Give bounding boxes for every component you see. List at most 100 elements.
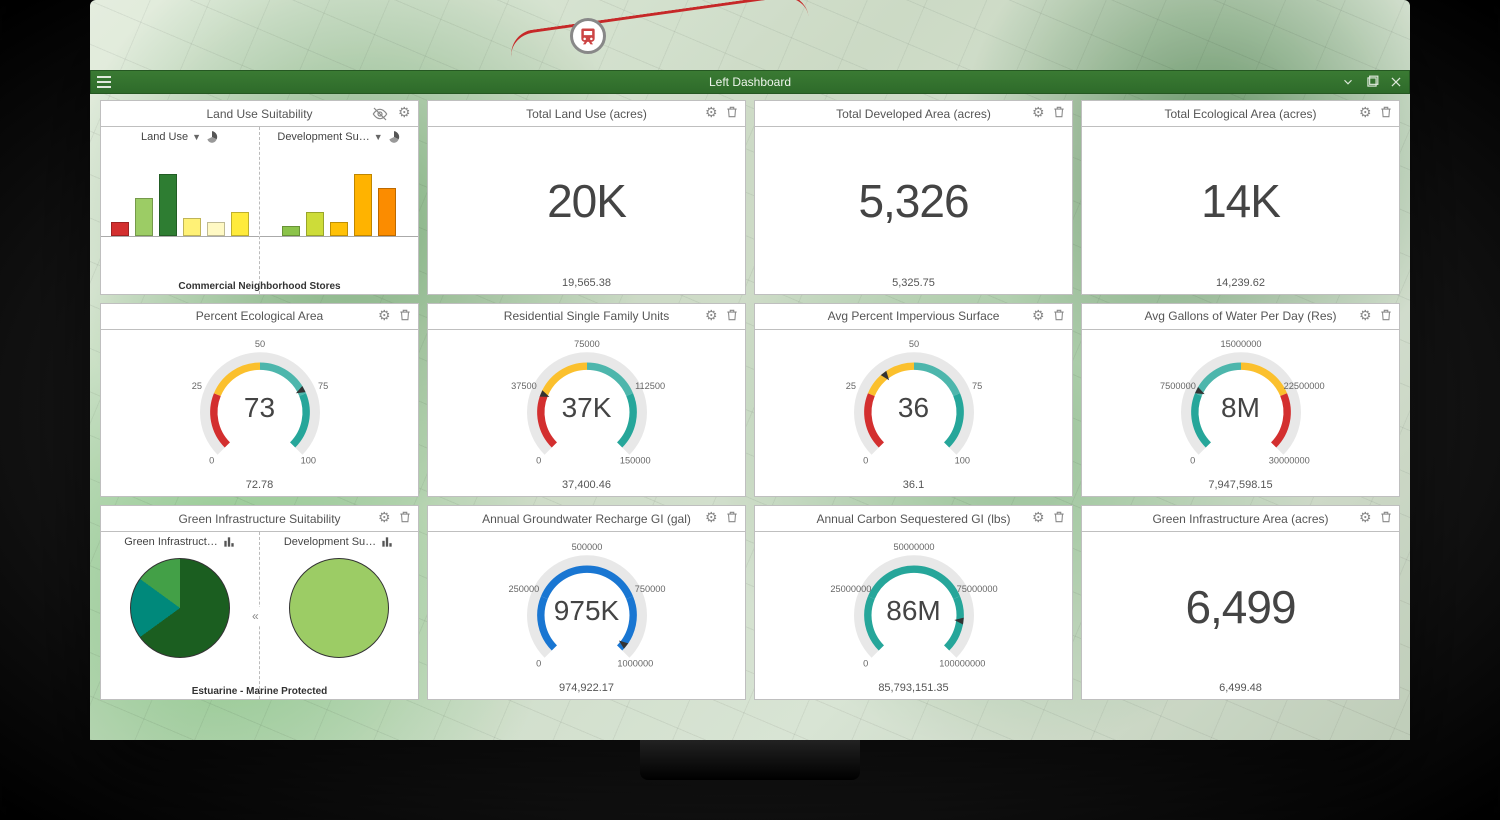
left-chart-selector[interactable]: Land Use ▼: [101, 127, 259, 147]
gauge-value: 73: [160, 392, 360, 424]
pie-chart-icon[interactable]: [205, 130, 219, 144]
delete-icon[interactable]: [1379, 510, 1393, 524]
svg-text:250000: 250000: [508, 584, 539, 594]
delete-icon[interactable]: [725, 510, 739, 524]
svg-text:50000000: 50000000: [893, 541, 934, 551]
svg-text:30000000: 30000000: [1268, 455, 1309, 465]
dashboard-title-bar: Left Dashboard: [90, 70, 1410, 94]
metric-raw: 72.78: [101, 478, 418, 496]
panel-title: Annual Carbon Sequestered GI (lbs): [816, 512, 1010, 526]
visibility-off-icon[interactable]: [372, 106, 388, 122]
delete-icon[interactable]: [1052, 510, 1066, 524]
transit-marker-icon[interactable]: [570, 18, 606, 54]
settings-icon[interactable]: ⚙: [1032, 308, 1046, 322]
settings-icon[interactable]: ⚙: [1032, 510, 1046, 524]
delete-icon[interactable]: [725, 308, 739, 322]
svg-text:50: 50: [254, 339, 264, 349]
panel-title: Land Use Suitability: [206, 107, 312, 121]
svg-text:50: 50: [908, 339, 918, 349]
panel-title: Annual Groundwater Recharge GI (gal): [482, 512, 691, 526]
delete-icon[interactable]: [398, 510, 412, 524]
panel-percent-ecological: Percent Ecological Area ⚙ 0255075100 73 …: [100, 303, 419, 498]
maximize-icon[interactable]: [1365, 75, 1379, 89]
settings-icon[interactable]: ⚙: [1359, 510, 1373, 524]
panel-impervious: Avg Percent Impervious Surface ⚙ 0255075…: [754, 303, 1073, 498]
svg-text:100: 100: [954, 455, 969, 465]
menu-icon[interactable]: [97, 76, 111, 88]
settings-icon[interactable]: ⚙: [398, 105, 412, 119]
delete-icon[interactable]: [1379, 308, 1393, 322]
panel-title: Total Developed Area (acres): [836, 107, 991, 121]
svg-text:75000000: 75000000: [956, 584, 997, 594]
svg-text:0: 0: [863, 455, 868, 465]
panel-residential-units: Residential Single Family Units ⚙ 037500…: [427, 303, 746, 498]
svg-text:0: 0: [209, 455, 214, 465]
panel-title: Total Ecological Area (acres): [1164, 107, 1316, 121]
metric-value: 14K: [1201, 174, 1280, 228]
delete-icon[interactable]: [1052, 105, 1066, 119]
right-chart-label: Development Su…: [284, 536, 376, 548]
panel-title: Green Infrastructure Area (acres): [1152, 512, 1328, 526]
collapse-icon[interactable]: [1341, 75, 1355, 89]
metric-raw: 6,499.48: [1082, 681, 1399, 699]
close-icon[interactable]: [1389, 75, 1403, 89]
dev-suit-bar-chart: [282, 151, 396, 236]
gauge-impervious: 0255075100 36: [814, 344, 1014, 464]
settings-icon[interactable]: ⚙: [378, 510, 392, 524]
dashboard-grid: Land Use Suitability ⚙ Land Use ▼: [100, 100, 1400, 700]
metric-raw: 36.1: [755, 478, 1072, 496]
metric-raw: 974,922.17: [428, 681, 745, 699]
svg-text:100: 100: [300, 455, 315, 465]
right-chart-selector[interactable]: Development Su…: [260, 532, 418, 552]
delete-icon[interactable]: [725, 105, 739, 119]
right-chart-selector[interactable]: Development Su… ▼: [260, 127, 418, 147]
delete-icon[interactable]: [1052, 308, 1066, 322]
panel-title: Green Infrastructure Suitability: [178, 512, 340, 526]
settings-icon[interactable]: ⚙: [705, 510, 719, 524]
panel-total-land-use: Total Land Use (acres) ⚙ 20K 19,565.38: [427, 100, 746, 295]
delete-icon[interactable]: [1379, 105, 1393, 119]
gauge-value: 8M: [1141, 392, 1341, 424]
svg-text:1000000: 1000000: [617, 658, 653, 668]
chevron-down-icon: ▼: [192, 132, 201, 142]
pie-chart-icon[interactable]: [387, 130, 401, 144]
svg-text:7500000: 7500000: [1159, 381, 1195, 391]
settings-icon[interactable]: ⚙: [1359, 308, 1373, 322]
svg-text:0: 0: [1190, 455, 1195, 465]
panel-total-developed: Total Developed Area (acres) ⚙ 5,326 5,3…: [754, 100, 1073, 295]
svg-text:25: 25: [845, 381, 855, 391]
svg-text:75: 75: [971, 381, 981, 391]
svg-text:0: 0: [863, 658, 868, 668]
settings-icon[interactable]: ⚙: [378, 308, 392, 322]
settings-icon[interactable]: ⚙: [1359, 105, 1373, 119]
gauge-value: 975K: [487, 595, 687, 627]
bar-chart-icon[interactable]: [380, 535, 394, 549]
panel-gi-area: Green Infrastructure Area (acres) ⚙ 6,49…: [1081, 505, 1400, 700]
gauge-percent-ecological: 0255075100 73: [160, 344, 360, 464]
left-chart-label: Green Infrastruct…: [124, 536, 218, 548]
selected-category-label: Commercial Neighborhood Stores: [101, 279, 418, 294]
panel-land-use-suitability: Land Use Suitability ⚙ Land Use ▼: [100, 100, 419, 295]
monitor-screen: Left Dashboard Land Use Suitability ⚙: [90, 0, 1410, 740]
svg-text:25000000: 25000000: [830, 584, 871, 594]
left-chart-selector[interactable]: Green Infrastruct…: [101, 532, 259, 552]
metric-raw: 85,793,151.35: [755, 681, 1072, 699]
metric-raw: 14,239.62: [1082, 276, 1399, 294]
collapse-left-icon[interactable]: «: [250, 607, 261, 625]
svg-text:112500: 112500: [635, 381, 665, 391]
svg-text:25: 25: [191, 381, 201, 391]
settings-icon[interactable]: ⚙: [705, 105, 719, 119]
panel-gi-suitability: Green Infrastructure Suitability ⚙ Green…: [100, 505, 419, 700]
bar-chart-icon[interactable]: [222, 535, 236, 549]
panel-water-per-day: Avg Gallons of Water Per Day (Res) ⚙ 075…: [1081, 303, 1400, 498]
metric-value: 6,499: [1185, 580, 1295, 634]
gauge-water-per-day: 07500000150000002250000030000000 8M: [1141, 344, 1341, 464]
svg-text:75000: 75000: [574, 339, 600, 349]
panel-groundwater: Annual Groundwater Recharge GI (gal) ⚙ 0…: [427, 505, 746, 700]
svg-text:750000: 750000: [634, 584, 665, 594]
settings-icon[interactable]: ⚙: [705, 308, 719, 322]
svg-text:15000000: 15000000: [1220, 339, 1261, 349]
delete-icon[interactable]: [398, 308, 412, 322]
settings-icon[interactable]: ⚙: [1032, 105, 1046, 119]
gauge-value: 86M: [814, 595, 1014, 627]
